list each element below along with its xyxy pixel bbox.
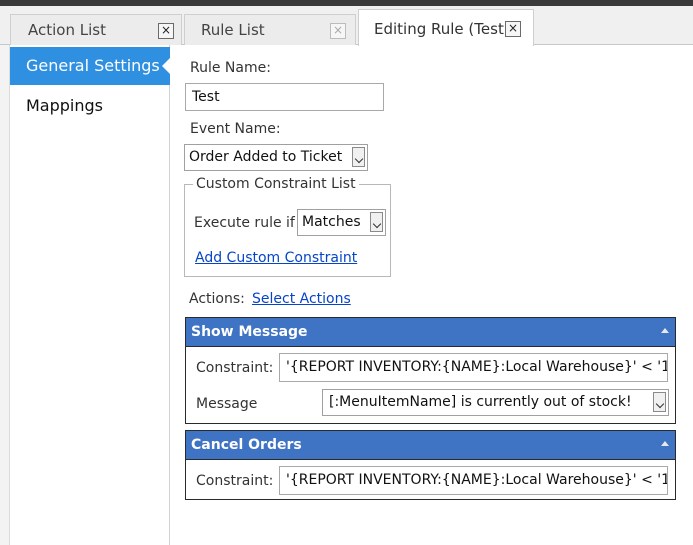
action-title: Cancel Orders: [191, 437, 302, 453]
custom-constraint-legend: Custom Constraint List: [193, 176, 359, 192]
action-panel-show-message: Show Message Constraint: '{REPORT INVENT…: [185, 317, 676, 424]
tab-editing-rule[interactable]: Editing Rule (Test) ×: [358, 9, 534, 46]
collapse-icon[interactable]: [661, 328, 669, 333]
constraint-input[interactable]: '{REPORT INVENTORY:{NAME}:Local Warehous…: [279, 353, 668, 382]
tab-label: Action List: [28, 21, 106, 39]
message-label: Message: [196, 396, 258, 412]
left-edge-strip: [0, 45, 10, 545]
add-custom-constraint-link[interactable]: Add Custom Constraint: [195, 250, 357, 266]
document-tab-strip: Action List × Rule List × Editing Rule (…: [0, 6, 693, 46]
close-icon[interactable]: ×: [330, 23, 346, 39]
tab-action-list[interactable]: Action List ×: [10, 14, 182, 45]
action-title: Show Message: [191, 324, 308, 340]
constraint-label: Constraint:: [196, 473, 274, 489]
constraint-label: Constraint:: [196, 360, 274, 376]
message-select[interactable]: [:MenuItemName] is currently out of stoc…: [322, 389, 669, 416]
action-panel-header[interactable]: Show Message: [186, 318, 675, 346]
select-actions-link[interactable]: Select Actions: [252, 291, 351, 307]
action-panel-body: Constraint: '{REPORT INVENTORY:{NAME}:Lo…: [186, 459, 675, 499]
execute-rule-label: Execute rule if: [194, 215, 295, 231]
event-name-value: Order Added to Ticket: [189, 149, 343, 165]
constraint-input[interactable]: '{REPORT INVENTORY:{NAME}:Local Warehous…: [279, 466, 668, 495]
action-panel-cancel-orders: Cancel Orders Constraint: '{REPORT INVEN…: [185, 430, 676, 500]
event-name-select[interactable]: Order Added to Ticket: [184, 144, 368, 171]
chevron-down-icon[interactable]: [352, 147, 365, 167]
sidebar-item-general-settings[interactable]: General Settings: [10, 47, 171, 85]
chevron-down-icon[interactable]: [653, 392, 666, 412]
sidebar-item-mappings[interactable]: Mappings: [10, 87, 170, 125]
settings-sidebar: General Settings Mappings: [10, 45, 171, 545]
action-panel-body: Constraint: '{REPORT INVENTORY:{NAME}:Lo…: [186, 346, 675, 423]
close-icon[interactable]: ×: [158, 23, 174, 39]
tab-label: Editing Rule (Test): [374, 20, 510, 38]
chevron-down-icon[interactable]: [370, 212, 383, 232]
message-value: [:MenuItemName] is currently out of stoc…: [329, 394, 632, 410]
collapse-icon[interactable]: [661, 441, 669, 446]
close-icon[interactable]: ×: [505, 21, 521, 37]
rule-name-label: Rule Name:: [190, 60, 271, 76]
execute-rule-select[interactable]: Matches: [297, 209, 386, 236]
execute-rule-value: Matches: [302, 214, 361, 230]
tab-rule-list[interactable]: Rule List ×: [184, 14, 356, 45]
custom-constraint-groupbox: Custom Constraint List Execute rule if M…: [184, 176, 391, 277]
action-panel-header[interactable]: Cancel Orders: [186, 431, 675, 459]
sidebar-item-label: General Settings: [26, 56, 160, 75]
actions-label: Actions:: [189, 291, 245, 307]
sidebar-item-label: Mappings: [26, 96, 103, 115]
event-name-label: Event Name:: [190, 121, 281, 137]
rule-name-input[interactable]: Test: [185, 83, 384, 111]
tab-label: Rule List: [201, 21, 265, 39]
